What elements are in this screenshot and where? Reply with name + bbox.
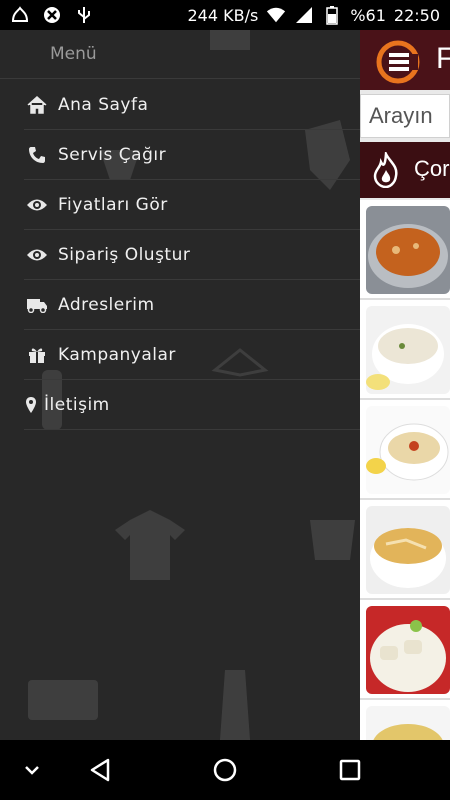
app-title: F <box>436 42 450 75</box>
category-header[interactable]: Çor <box>360 142 450 198</box>
search-input[interactable]: Arayın <box>360 94 450 138</box>
soup-image <box>366 306 450 394</box>
flame-icon <box>370 149 402 194</box>
menu-item-campaigns[interactable]: Kampanyalar <box>24 330 360 380</box>
drawer-menu: Ana Sayfa Servis Çağır Fiyatları Gör Sip… <box>24 80 360 430</box>
food-image <box>366 606 450 694</box>
home-circle-icon[interactable] <box>209 754 241 786</box>
wifi-icon <box>266 5 286 25</box>
menu-logo-icon[interactable] <box>376 40 420 84</box>
menu-item-label: Adreslerim <box>58 294 155 315</box>
list-item[interactable] <box>360 600 450 700</box>
system-nav-bar <box>0 740 450 800</box>
signal-icon <box>294 5 314 25</box>
phone-icon <box>24 144 50 166</box>
menu-item-label: İletişim <box>44 394 110 415</box>
clock: 22:50 <box>393 5 440 25</box>
eye-icon <box>24 194 50 216</box>
menu-item-call-service[interactable]: Servis Çağır <box>24 130 360 180</box>
food-list <box>360 200 450 800</box>
soup-image <box>366 506 450 594</box>
battery-percent: %61 <box>350 5 386 25</box>
usb-icon <box>74 5 94 25</box>
soup-image <box>366 406 450 494</box>
menu-item-create-order[interactable]: Sipariş Oluştur <box>24 230 360 280</box>
home-icon <box>24 94 50 116</box>
chevron-down-icon[interactable] <box>16 754 48 786</box>
menu-item-label: Servis Çağır <box>58 144 167 165</box>
status-bar: 244 KB/s %61 22:50 <box>0 0 450 30</box>
category-label: Çor <box>414 156 450 181</box>
search-placeholder: Arayın <box>369 103 433 128</box>
network-speed: 244 KB/s <box>187 5 259 25</box>
divider <box>0 78 360 79</box>
back-icon[interactable] <box>84 754 116 786</box>
list-item[interactable] <box>360 400 450 500</box>
menu-item-label: Kampanyalar <box>58 344 176 365</box>
truck-icon <box>24 294 50 316</box>
menu-item-label: Fiyatları Gör <box>58 194 168 215</box>
list-item[interactable] <box>360 300 450 400</box>
map-pin-icon <box>24 394 38 416</box>
notification-icon <box>10 5 30 25</box>
eye-icon <box>24 244 50 266</box>
menu-item-prices[interactable]: Fiyatları Gör <box>24 180 360 230</box>
soup-image <box>366 206 450 294</box>
navigation-drawer: Menü Ana Sayfa Servis Çağır Fiyatları Gö… <box>0 30 360 740</box>
menu-item-label: Sipariş Oluştur <box>58 244 191 265</box>
recents-icon[interactable] <box>334 754 366 786</box>
list-item[interactable] <box>360 500 450 600</box>
menu-item-addresses[interactable]: Adreslerim <box>24 280 360 330</box>
menu-item-label: Ana Sayfa <box>58 94 149 115</box>
battery-icon <box>322 5 342 25</box>
list-item[interactable] <box>360 200 450 300</box>
menu-item-contact[interactable]: İletişim <box>24 380 360 430</box>
menu-item-home[interactable]: Ana Sayfa <box>24 80 360 130</box>
blocked-icon <box>42 5 62 25</box>
gift-icon <box>24 344 50 366</box>
drawer-title: Menü <box>50 44 97 64</box>
